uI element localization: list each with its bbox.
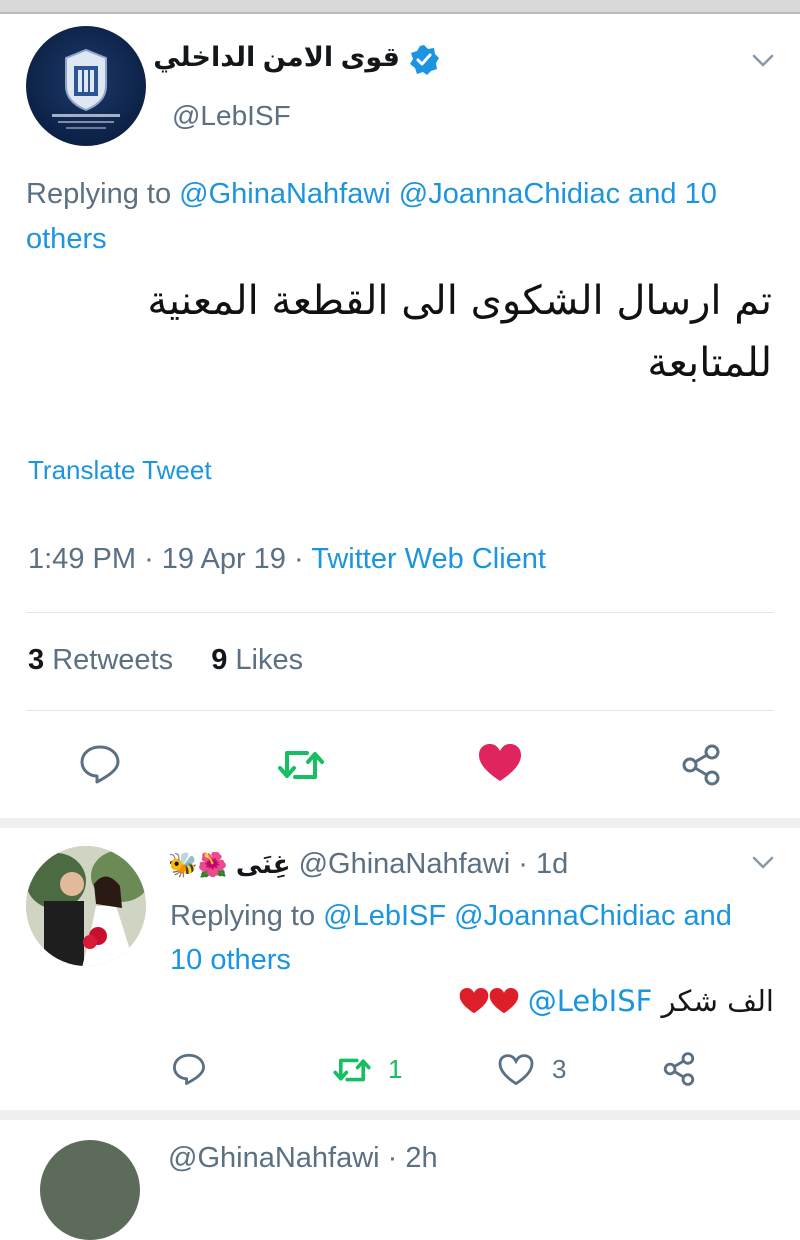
- retweet-count: 3: [28, 644, 45, 676]
- heart-emoji: [459, 988, 488, 1014]
- bee-emoji: 🐝: [168, 852, 198, 879]
- heart-emoji: [489, 988, 518, 1014]
- chevron-down-icon[interactable]: [752, 856, 774, 870]
- tweet-stats: 3 Retweets 9 Likes: [28, 644, 303, 677]
- next-reply-age: 2h: [405, 1142, 438, 1174]
- share-icon[interactable]: [680, 744, 722, 786]
- reply-text: الف شكر @LebISF: [459, 984, 774, 1018]
- reply-mention-link[interactable]: @LebISF: [528, 984, 653, 1018]
- hibiscus-emoji: 🌺: [197, 852, 228, 879]
- like-label: Likes: [235, 644, 304, 676]
- retweet-icon[interactable]: [277, 745, 325, 785]
- tweet-meta: 1:49 PM · 19 Apr 19 · Twitter Web Client: [28, 543, 546, 575]
- verified-badge-icon: [410, 45, 439, 75]
- reply-like-count: 3: [552, 1054, 567, 1084]
- share-icon[interactable]: [662, 1052, 696, 1086]
- section-separator: [0, 1110, 800, 1120]
- retweet-icon[interactable]: [332, 1054, 372, 1086]
- tweet-text: تم ارسال الشكوى الى القطعة المعنية للمتا…: [147, 278, 772, 386]
- reply-age: 1d: [535, 848, 569, 880]
- reply-handle[interactable]: @GhinaNahfawi: [299, 848, 511, 880]
- wedding-photo: [26, 846, 146, 966]
- next-reply-avatar[interactable]: [40, 1140, 140, 1240]
- retweets-stat[interactable]: 3 Retweets: [28, 644, 173, 676]
- reply-icon[interactable]: [79, 743, 121, 785]
- like-icon[interactable]: [478, 743, 522, 783]
- isf-logo: [52, 48, 120, 129]
- like-icon[interactable]: [498, 1054, 534, 1086]
- replying-prefix: Replying to: [26, 178, 180, 210]
- divider: [26, 710, 774, 711]
- retweet-label: Retweets: [52, 644, 174, 676]
- replying-prefix: Replying to: [170, 900, 324, 932]
- reply-header: 🐝🌺 غِنَى @GhinaNahfawi · 1d: [168, 848, 569, 880]
- tweet-time: 1:49 PM: [28, 543, 136, 575]
- display-name[interactable]: قوى الامن الداخلي: [153, 42, 400, 73]
- tweet-client-link[interactable]: Twitter Web Client: [311, 543, 546, 575]
- reply-icon[interactable]: [172, 1052, 206, 1086]
- replying-to: Replying to @GhinaNahfawi @JoannaChidiac…: [26, 172, 786, 262]
- ghina-avatar[interactable]: [26, 846, 146, 966]
- reply-display-name[interactable]: غِنَى: [236, 850, 291, 880]
- chevron-down-icon[interactable]: [752, 54, 774, 68]
- handle[interactable]: @LebISF: [172, 100, 291, 132]
- section-separator: [0, 818, 800, 828]
- like-count: 9: [211, 644, 228, 676]
- translate-tweet-link[interactable]: Translate Tweet: [28, 455, 212, 486]
- tweet-date: 19 Apr 19: [161, 543, 286, 575]
- likes-stat[interactable]: 9 Likes: [211, 644, 303, 676]
- status-bar: [0, 0, 800, 14]
- next-reply-handle[interactable]: @GhinaNahfawi: [168, 1142, 380, 1174]
- reply-retweet-count: 1: [388, 1054, 403, 1084]
- reply-replying-to: Replying to @LebISF @JoannaChidiac and 1…: [170, 894, 770, 982]
- next-reply-header: @GhinaNahfawi · 2h: [168, 1142, 438, 1174]
- divider: [26, 612, 774, 613]
- reply-text-arabic: الف شكر: [661, 984, 774, 1018]
- isf-avatar[interactable]: [26, 26, 146, 146]
